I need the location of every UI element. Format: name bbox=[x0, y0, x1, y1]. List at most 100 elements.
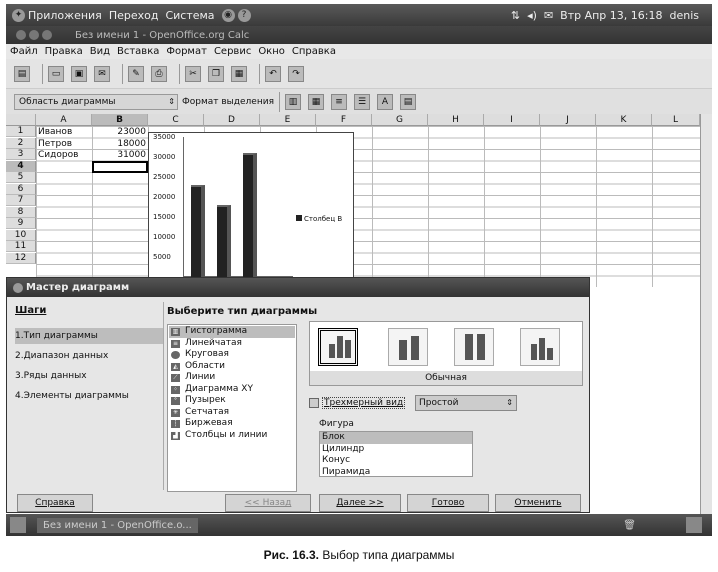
print-icon[interactable]: ⎙ bbox=[151, 65, 167, 82]
menu-window[interactable]: Окно bbox=[258, 46, 285, 57]
column-header[interactable]: B bbox=[92, 114, 148, 126]
bar[interactable] bbox=[243, 153, 257, 277]
row-header[interactable]: 4 bbox=[6, 160, 36, 172]
row-header[interactable]: 2 bbox=[6, 137, 36, 149]
type-stock[interactable]: ┆ Биржевая bbox=[169, 418, 295, 430]
redo-icon[interactable]: ↷ bbox=[288, 65, 304, 82]
network-icon[interactable]: ⇅ bbox=[511, 9, 520, 22]
menu-help[interactable]: Справка bbox=[292, 46, 336, 57]
step-data-range[interactable]: 2.Диапазон данных bbox=[15, 348, 163, 364]
vertical-scrollbar[interactable] bbox=[700, 114, 712, 514]
shape-item[interactable]: Пирамида bbox=[320, 467, 472, 479]
corner-header[interactable] bbox=[6, 114, 36, 126]
menu-system[interactable]: Система bbox=[165, 9, 214, 22]
row-header[interactable]: 8 bbox=[6, 206, 36, 218]
three-d-checkbox[interactable] bbox=[309, 398, 319, 408]
type-bubble[interactable]: ° Пузырек bbox=[169, 395, 295, 407]
row-header[interactable]: 7 bbox=[6, 195, 36, 206]
volume-icon[interactable]: ◂) bbox=[527, 9, 537, 22]
bar[interactable] bbox=[191, 185, 205, 277]
ubuntu-logo-icon[interactable]: ✦ bbox=[12, 8, 25, 22]
spreadsheet-grid[interactable]: A B C D E F G H I J K L 1 2 3 4 5 6 7 8 … bbox=[6, 114, 712, 287]
column-header[interactable]: J bbox=[540, 114, 596, 126]
column-header[interactable]: I bbox=[484, 114, 540, 126]
open-icon[interactable]: ▭ bbox=[48, 65, 64, 82]
horizontal-grids-icon[interactable]: ≡ bbox=[330, 93, 347, 110]
type-pie[interactable]: Круговая bbox=[169, 349, 295, 361]
cell-a3[interactable]: Сидоров bbox=[38, 150, 78, 161]
email-icon[interactable]: ✉ bbox=[94, 65, 110, 82]
format-selection-button[interactable]: Формат выделения bbox=[182, 97, 274, 107]
cancel-button[interactable]: Отменить bbox=[495, 494, 581, 512]
column-header[interactable]: C bbox=[148, 114, 204, 126]
scale-text-icon[interactable]: A bbox=[376, 93, 393, 110]
browser-icon[interactable]: ◉ bbox=[221, 8, 235, 22]
variant-deep[interactable] bbox=[520, 328, 560, 366]
auto-layout-icon[interactable]: ▤ bbox=[399, 93, 416, 110]
paste-icon[interactable]: ▦ bbox=[231, 65, 247, 82]
cell-b1[interactable]: 23000 bbox=[92, 127, 146, 138]
shape-item[interactable]: Конус bbox=[320, 455, 472, 467]
three-d-label[interactable]: Трехмерный вид bbox=[322, 397, 406, 409]
type-net[interactable]: ✳ Сетчатая bbox=[169, 407, 295, 419]
type-area[interactable]: ◭ Области bbox=[169, 361, 295, 373]
help-button[interactable]: Справка bbox=[17, 494, 93, 512]
chart-legend[interactable]: Столбец B bbox=[296, 215, 342, 223]
mail-icon[interactable]: ✉ bbox=[544, 9, 553, 22]
cell-a2[interactable]: Петров bbox=[38, 139, 72, 150]
type-column[interactable]: ▥ Гистограмма bbox=[169, 326, 295, 338]
step-chart-type[interactable]: 1.Тип диаграммы bbox=[15, 328, 163, 344]
type-line[interactable]: ⟋ Линии bbox=[169, 372, 295, 384]
save-icon[interactable]: ▣ bbox=[71, 65, 87, 82]
cut-icon[interactable]: ✂ bbox=[185, 65, 201, 82]
menu-file[interactable]: Файл bbox=[10, 46, 38, 57]
column-header[interactable]: D bbox=[204, 114, 260, 126]
chart-type-list[interactable]: ▥ Гистограмма ≡ Линейчатая Круговая ◭ Облас… bbox=[167, 324, 297, 492]
row-header[interactable]: 3 bbox=[6, 149, 36, 160]
shape-item[interactable]: Блок bbox=[320, 432, 472, 444]
datetime[interactable]: Втр Апр 13, 16:18 bbox=[560, 9, 662, 22]
menu-applications[interactable]: Приложения bbox=[28, 9, 102, 22]
cell-b2[interactable]: 18000 bbox=[92, 139, 146, 150]
column-header[interactable]: K bbox=[596, 114, 652, 126]
step-data-series[interactable]: 3.Ряды данных bbox=[15, 368, 163, 384]
menu-insert[interactable]: Вставка bbox=[117, 46, 159, 57]
data-table-icon[interactable]: ▦ bbox=[307, 93, 324, 110]
column-header[interactable]: E bbox=[260, 114, 316, 126]
dialog-menu-icon[interactable] bbox=[13, 282, 23, 293]
type-bar[interactable]: ≡ Линейчатая bbox=[169, 338, 295, 350]
workspace-switcher-icon[interactable] bbox=[686, 517, 702, 533]
row-header[interactable]: 9 bbox=[6, 218, 36, 229]
row-header[interactable]: 5 bbox=[6, 172, 36, 183]
column-header[interactable]: G bbox=[372, 114, 428, 126]
row-header[interactable]: 6 bbox=[6, 183, 36, 195]
column-header[interactable]: H bbox=[428, 114, 484, 126]
row-header[interactable]: 1 bbox=[6, 126, 36, 137]
back-button[interactable]: << Назад bbox=[225, 494, 311, 512]
new-document-icon[interactable]: ▤ bbox=[14, 65, 30, 82]
variant-stacked[interactable] bbox=[388, 328, 428, 366]
step-chart-elements[interactable]: 4.Элементы диаграммы bbox=[15, 388, 163, 404]
chart-element-select[interactable]: Область диаграммы ⇕ bbox=[14, 93, 178, 110]
column-header[interactable]: L bbox=[652, 114, 700, 126]
cell-a1[interactable]: Иванов bbox=[38, 127, 72, 138]
edit-file-icon[interactable]: ✎ bbox=[128, 65, 144, 82]
menu-edit[interactable]: Правка bbox=[45, 46, 83, 57]
menu-format[interactable]: Формат bbox=[166, 46, 207, 57]
user-name[interactable]: denis bbox=[669, 9, 699, 22]
undo-icon[interactable]: ↶ bbox=[265, 65, 281, 82]
menu-places[interactable]: Переход bbox=[109, 9, 159, 22]
close-window-icon[interactable] bbox=[16, 30, 26, 40]
chart-object[interactable]: 35000 30000 25000 20000 15000 10000 5000 bbox=[148, 132, 354, 287]
menu-tools[interactable]: Сервис bbox=[214, 46, 251, 57]
cell-b3[interactable]: 31000 bbox=[92, 150, 146, 161]
minimize-window-icon[interactable] bbox=[29, 30, 39, 40]
column-header[interactable]: A bbox=[36, 114, 92, 126]
row-header[interactable]: 11 bbox=[6, 241, 36, 252]
finish-button[interactable]: Готово bbox=[407, 494, 489, 512]
taskbar-window-item[interactable]: Без имени 1 - OpenOffice.o... bbox=[37, 517, 198, 533]
bar[interactable] bbox=[217, 205, 231, 277]
row-header[interactable]: 10 bbox=[6, 229, 36, 241]
row-header[interactable]: 12 bbox=[6, 252, 36, 264]
three-d-mode-select[interactable]: Простой ⇕ bbox=[415, 395, 517, 411]
